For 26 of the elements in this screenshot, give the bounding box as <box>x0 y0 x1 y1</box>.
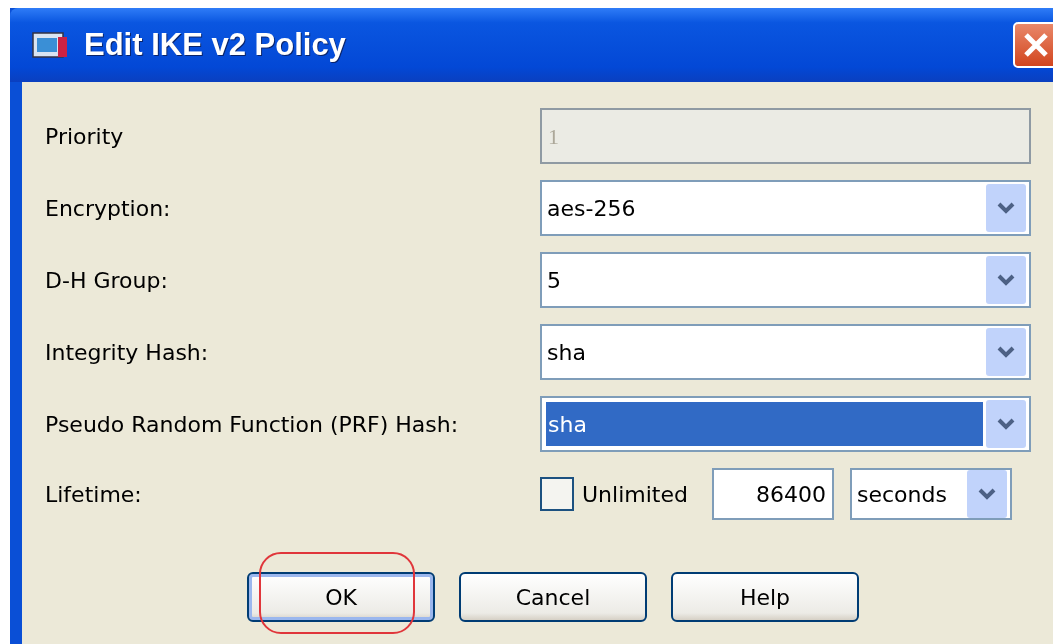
window-title: Edit IKE v2 Policy <box>84 25 346 64</box>
checkbox-label: Unlimited <box>582 480 688 509</box>
number-field[interactable]: 86400 <box>711 468 834 520</box>
field-label: Encryption: <box>45 194 172 223</box>
checkbox[interactable] <box>540 477 574 511</box>
dropdown-field[interactable]: sha <box>540 324 1031 380</box>
field-label: Integrity Hash: <box>45 338 210 367</box>
dropdown-value: 5 <box>546 266 562 295</box>
field-label: Pseudo Random Function (PRF) Hash: <box>45 410 460 439</box>
dropdown-field[interactable]: aes-256 <box>540 180 1031 236</box>
dropdown-field[interactable]: 5 <box>540 252 1031 308</box>
dialog-button[interactable]: OK <box>247 572 435 622</box>
dropdown-field[interactable]: seconds <box>849 468 1012 520</box>
dropdown-value: sha <box>546 402 983 446</box>
field-label: Lifetime: <box>45 480 143 509</box>
dropdown-value: sha <box>546 338 587 367</box>
dialog-button[interactable]: Help <box>671 572 859 622</box>
dropdown-field[interactable]: sha <box>540 396 1031 452</box>
close-button[interactable] <box>1013 22 1053 68</box>
dialog-button[interactable]: Cancel <box>459 572 647 622</box>
field-label: D-H Group: <box>45 266 169 295</box>
window-app-icon <box>32 29 68 61</box>
dropdown-value: aes-256 <box>546 194 637 223</box>
field-label: Priority <box>45 122 125 151</box>
dropdown-value: seconds <box>855 480 948 509</box>
close-icon <box>1022 31 1050 59</box>
